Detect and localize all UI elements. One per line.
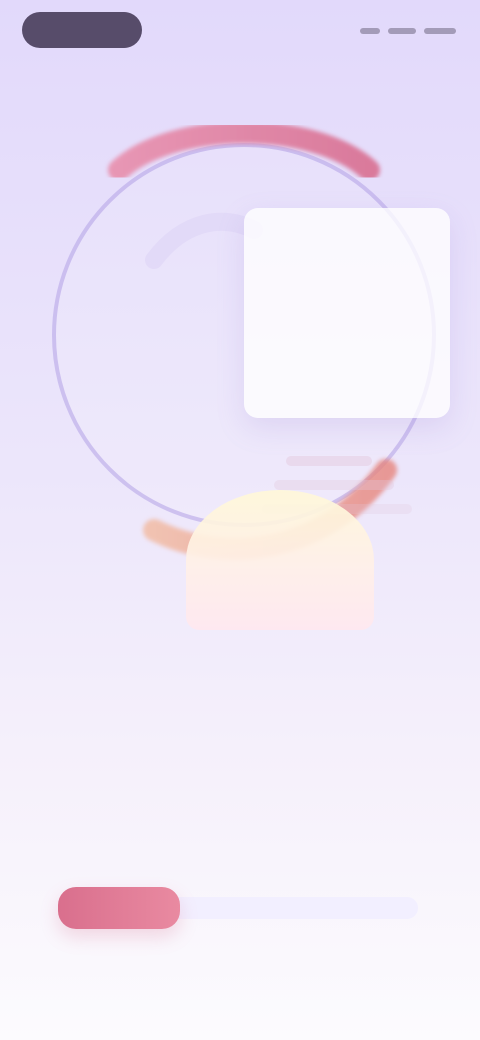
indicator-3 (424, 28, 456, 34)
stat-card (244, 208, 450, 514)
status-indicators (360, 22, 456, 40)
stat-card-line-2 (274, 480, 394, 490)
hero-illustration (34, 110, 454, 630)
stat-card-line-1 (286, 456, 372, 466)
cake-illustration (186, 490, 374, 630)
onboarding-progress (58, 887, 418, 929)
progress-fill (58, 887, 180, 929)
status-pill (22, 12, 142, 48)
indicator-1 (360, 28, 380, 34)
indicator-2 (388, 28, 416, 34)
